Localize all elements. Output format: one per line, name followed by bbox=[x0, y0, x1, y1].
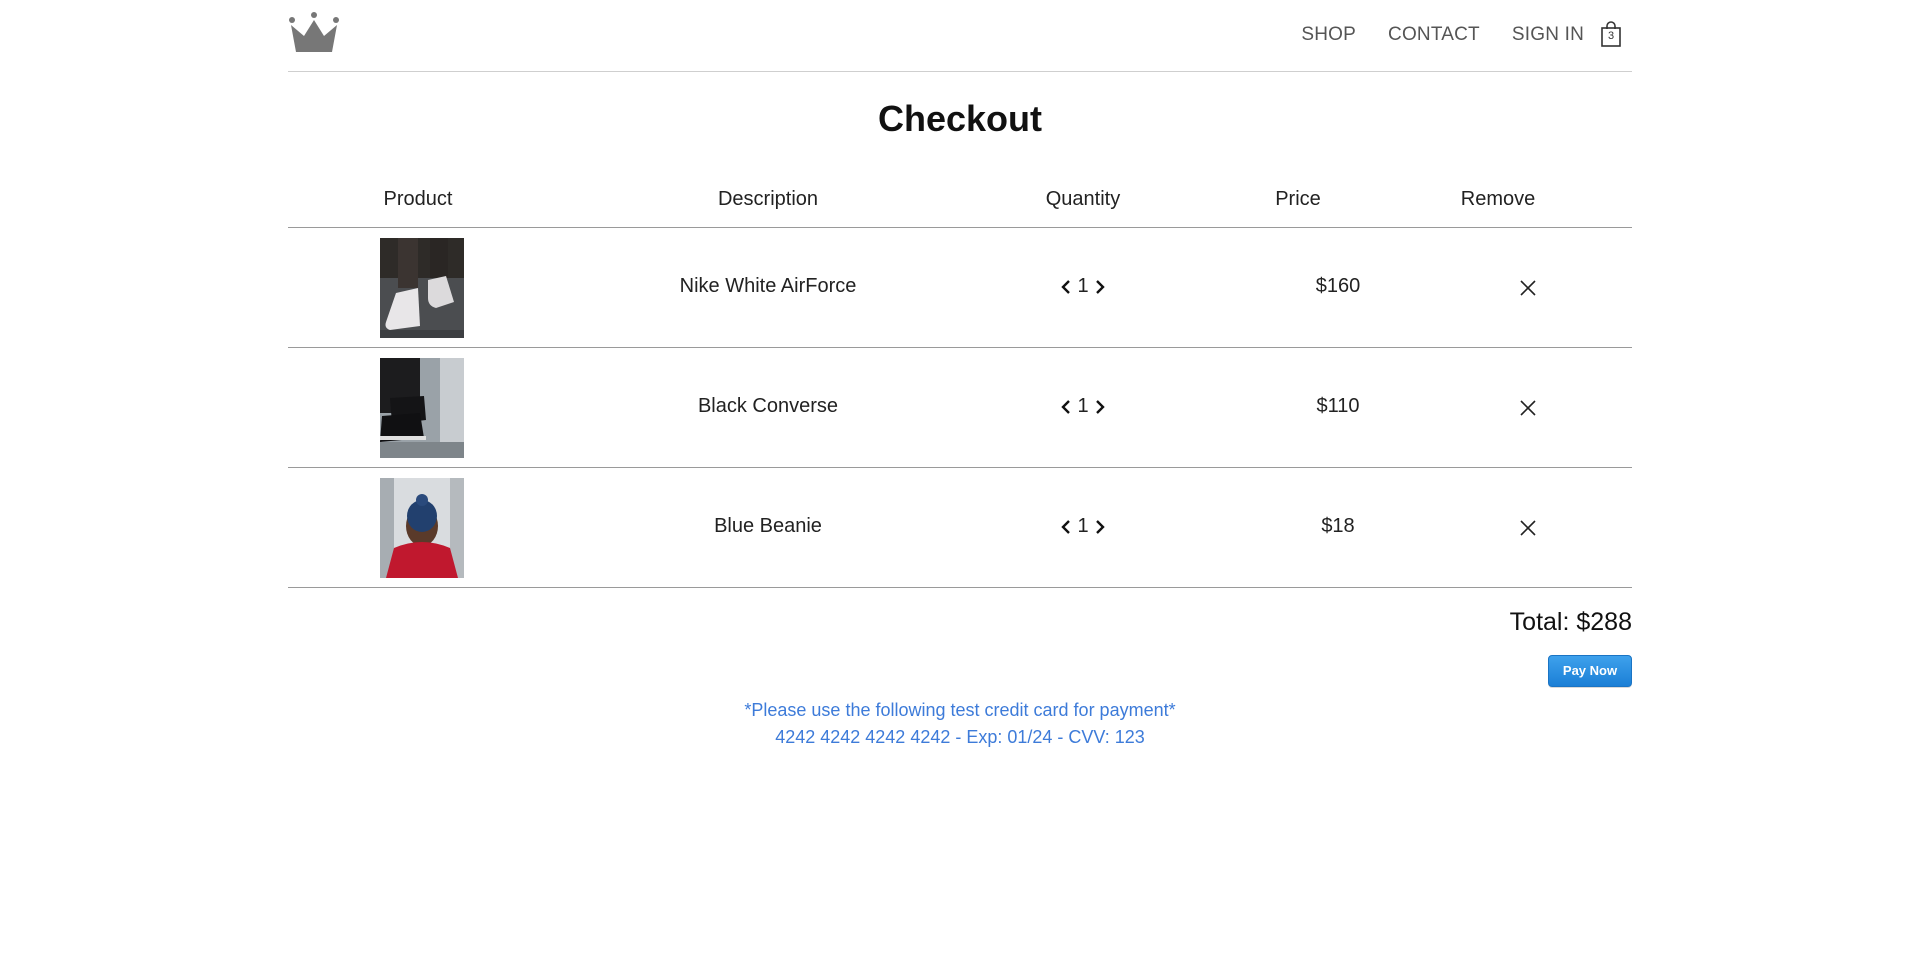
quantity-stepper: 1 bbox=[1048, 275, 1118, 298]
quantity-value: 1 bbox=[1077, 275, 1089, 297]
nav-contact[interactable]: CONTACT bbox=[1388, 18, 1480, 52]
nav-sign-in[interactable]: SIGN IN bbox=[1512, 18, 1584, 52]
decrease-quantity-icon[interactable] bbox=[1059, 277, 1073, 297]
main-nav: SHOP CONTACT SIGN IN 3 bbox=[1269, 18, 1622, 52]
cart-button[interactable]: 3 bbox=[1600, 21, 1622, 49]
table-row: Blue Beanie 1 $18 bbox=[288, 468, 1632, 588]
test-card-notice: *Please use the following test credit ca… bbox=[744, 700, 1176, 720]
product-description: Blue Beanie bbox=[714, 515, 822, 537]
order-total: Total: $288 bbox=[1509, 608, 1632, 636]
cart-count-badge: 3 bbox=[1607, 30, 1615, 42]
site-header: SHOP CONTACT SIGN IN 3 bbox=[288, 0, 1632, 72]
decrease-quantity-icon[interactable] bbox=[1059, 397, 1073, 417]
test-card-details: 4242 4242 4242 4242 - Exp: 01/24 - CVV: … bbox=[775, 727, 1145, 747]
white-sneakers-photo bbox=[380, 238, 464, 338]
product-description: Black Converse bbox=[697, 395, 839, 417]
increase-quantity-icon[interactable] bbox=[1093, 517, 1107, 537]
cart-table: Product Description Quantity Price Remov… bbox=[288, 180, 1632, 588]
header-quantity: Quantity bbox=[1045, 188, 1121, 210]
table-row: Nike White AirForce 1 $160 bbox=[288, 228, 1632, 348]
header-product: Product bbox=[383, 188, 453, 210]
product-price: $160 bbox=[1315, 275, 1361, 297]
quantity-value: 1 bbox=[1077, 395, 1089, 417]
header-price: Price bbox=[1275, 188, 1321, 210]
product-price: $18 bbox=[1321, 515, 1355, 537]
table-row: Black Converse 1 $110 bbox=[288, 348, 1632, 468]
crown-logo-icon[interactable] bbox=[288, 12, 340, 54]
blue-beanie-photo bbox=[380, 478, 464, 578]
header-remove: Remove bbox=[1460, 188, 1536, 210]
table-header: Product Description Quantity Price Remov… bbox=[288, 180, 1632, 228]
decrease-quantity-icon[interactable] bbox=[1059, 517, 1073, 537]
nav-shop[interactable]: SHOP bbox=[1301, 18, 1356, 52]
quantity-stepper: 1 bbox=[1048, 515, 1118, 538]
remove-item-icon[interactable] bbox=[1513, 276, 1543, 300]
checkout-page: SHOP CONTACT SIGN IN 3 Checkout Product … bbox=[0, 0, 1920, 970]
page-title: Checkout bbox=[877, 98, 1043, 139]
product-description: Nike White AirForce bbox=[679, 275, 857, 297]
black-converse-photo bbox=[380, 358, 464, 458]
header-description: Description bbox=[717, 188, 819, 210]
increase-quantity-icon[interactable] bbox=[1093, 397, 1107, 417]
increase-quantity-icon[interactable] bbox=[1093, 277, 1107, 297]
pay-now-button[interactable]: Pay Now bbox=[1548, 655, 1632, 687]
remove-item-icon[interactable] bbox=[1513, 516, 1543, 540]
remove-item-icon[interactable] bbox=[1513, 396, 1543, 420]
product-price: $110 bbox=[1316, 395, 1360, 417]
quantity-stepper: 1 bbox=[1048, 395, 1118, 418]
quantity-value: 1 bbox=[1077, 515, 1089, 537]
